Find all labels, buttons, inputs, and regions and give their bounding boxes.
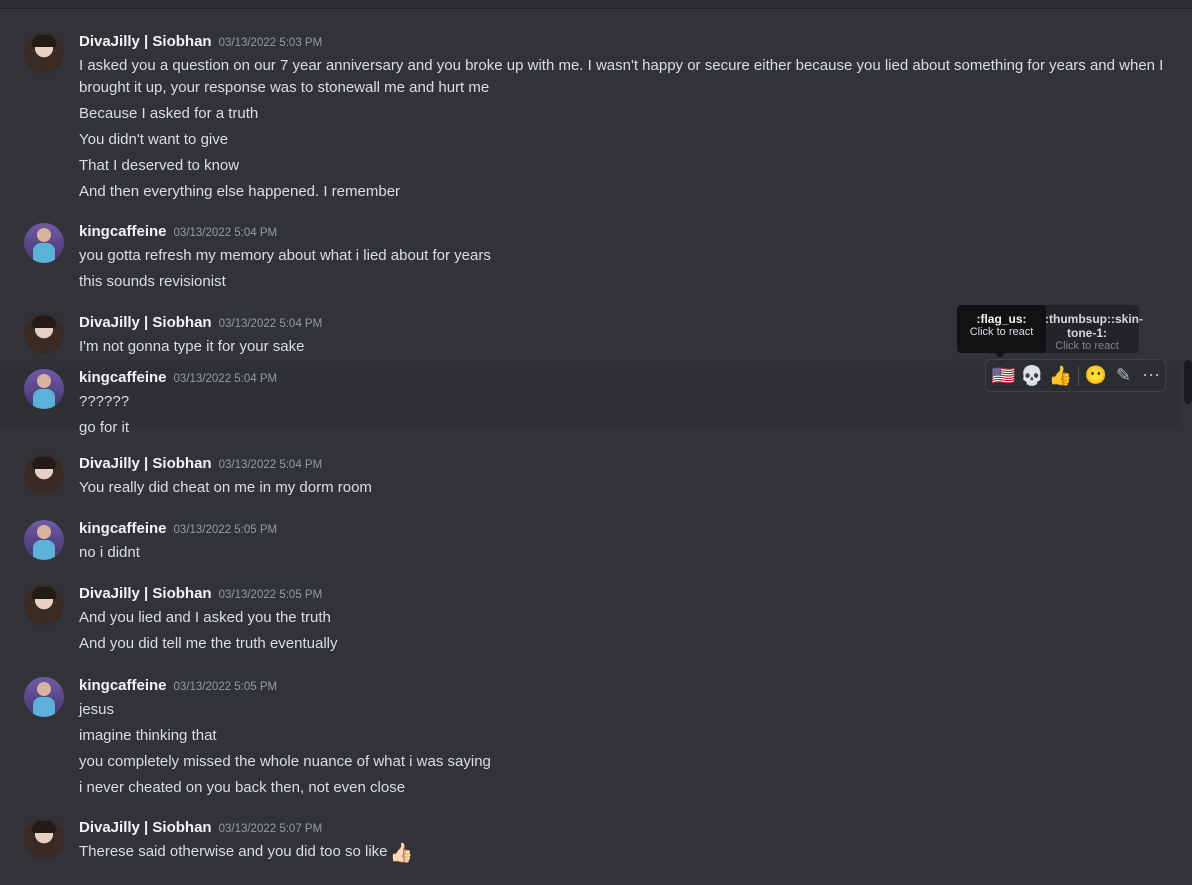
avatar[interactable] — [24, 455, 64, 495]
message-text: go for it — [79, 419, 130, 436]
message-text: no i didnt — [79, 544, 140, 561]
avatar[interactable] — [24, 33, 64, 73]
reaction-tooltip: :flag_us: Click to react — [957, 305, 1046, 358]
message-text: And you lied and I asked you the truth — [79, 609, 331, 626]
timestamp: 03/13/2022 5:04 PM — [173, 227, 278, 239]
timestamp: 03/13/2022 5:04 PM — [218, 318, 323, 330]
edit-pencil-icon[interactable]: ✎ — [1110, 361, 1138, 390]
timestamp: 03/13/2022 5:04 PM — [218, 459, 323, 471]
message-text: Therese said otherwise and you did too s… — [79, 839, 1164, 865]
top-bar — [0, 0, 1192, 9]
more-options-icon[interactable]: ⋯ — [1137, 361, 1165, 390]
flag-us-reaction-button[interactable]: 🇺🇸 — [989, 361, 1018, 390]
username[interactable]: kingcaffeine — [79, 520, 167, 537]
message-text: you completely missed the whole nuance o… — [79, 753, 491, 770]
message-text: i never cheated on you back then, not ev… — [79, 779, 406, 796]
message-group[interactable]: kingcaffeine 03/13/2022 5:05 PM no i didn… — [0, 518, 1180, 565]
avatar[interactable] — [24, 819, 64, 859]
skull-reaction-button[interactable]: 💀 — [1018, 361, 1047, 390]
tooltip-subtitle: Click to react — [1055, 340, 1119, 352]
message-text: ?????? — [79, 393, 130, 410]
avatar[interactable] — [24, 223, 64, 263]
timestamp: 03/13/2022 5:03 PM — [218, 37, 323, 49]
message-text: jesus — [79, 701, 115, 718]
timestamp: 03/13/2022 5:04 PM — [173, 373, 278, 385]
message-group[interactable]: kingcaffeine 03/13/2022 5:04 PM you gotta… — [0, 221, 1180, 312]
avatar[interactable] — [24, 369, 64, 409]
username[interactable]: DivaJilly | Siobhan — [79, 819, 212, 836]
message-text: Because I asked for a truth — [79, 105, 259, 122]
message-text: You really did cheat on me in my dorm ro… — [79, 479, 372, 496]
thumbs-up-emoji: 👍🏻 — [389, 843, 414, 864]
username[interactable]: DivaJilly | Siobhan — [79, 33, 212, 50]
username[interactable]: DivaJilly | Siobhan — [79, 314, 212, 331]
message-group[interactable]: kingcaffeine 03/13/2022 5:05 PM jesus ima… — [0, 675, 1180, 797]
message-text: you gotta refresh my memory about what i… — [79, 247, 491, 264]
username[interactable]: kingcaffeine — [79, 677, 167, 694]
message-text-content: Therese said otherwise and you did too s… — [79, 843, 388, 860]
avatar[interactable] — [24, 585, 64, 625]
timestamp: 03/13/2022 5:05 PM — [173, 681, 278, 693]
message-list[interactable]: DivaJilly | Siobhan 03/13/2022 5:03 PM I … — [0, 31, 1180, 864]
message-text: That I deserved to know — [79, 157, 240, 174]
message-group[interactable]: DivaJilly | Siobhan 03/13/2022 5:03 PM I … — [0, 31, 1180, 200]
username[interactable]: kingcaffeine — [79, 369, 167, 386]
username[interactable]: DivaJilly | Siobhan — [79, 585, 212, 602]
timestamp: 03/13/2022 5:07 PM — [218, 823, 323, 835]
thumbs-up-reaction-button[interactable]: 👍 — [1046, 361, 1075, 390]
timestamp: 03/13/2022 5:05 PM — [218, 589, 323, 601]
avatar[interactable] — [24, 677, 64, 717]
message-group[interactable]: DivaJilly | Siobhan 03/13/2022 5:05 PM An… — [0, 583, 1180, 653]
message-actions-toolbar[interactable]: 🇺🇸 💀 👍 😶 ✎ ⋯ — [985, 359, 1166, 392]
tooltip-subtitle: Click to react — [969, 326, 1034, 338]
toolbar-divider — [1077, 365, 1079, 386]
tooltip-title: :flag_us: — [976, 312, 1027, 326]
scrollbar-thumb[interactable] — [1184, 360, 1192, 404]
avatar[interactable] — [24, 314, 64, 354]
message-text: imagine thinking that — [79, 727, 217, 744]
message-text: I asked you a question on our 7 year ann… — [79, 57, 1164, 96]
username[interactable]: kingcaffeine — [79, 223, 167, 240]
timestamp: 03/13/2022 5:05 PM — [173, 524, 278, 536]
message-text: You didn't want to give — [79, 131, 229, 148]
emoji-picker-icon[interactable]: 😶 — [1082, 361, 1110, 390]
message-group[interactable]: DivaJilly | Siobhan 03/13/2022 5:07 PM Th… — [0, 817, 1180, 864]
reaction-tooltip-background: :thumbsup::skin-tone-1: Click to react — [1035, 305, 1143, 353]
username[interactable]: DivaJilly | Siobhan — [79, 455, 212, 472]
tooltip-title: :thumbsup::skin-tone-1: — [1045, 312, 1143, 340]
message-group[interactable]: DivaJilly | Siobhan 03/13/2022 5:04 PM Yo… — [0, 453, 1180, 500]
avatar[interactable] — [24, 520, 64, 560]
message-text: And then everything else happened. I rem… — [79, 183, 401, 200]
message-text: this sounds revisionist — [79, 273, 226, 290]
message-text: And you did tell me the truth eventually — [79, 635, 338, 652]
